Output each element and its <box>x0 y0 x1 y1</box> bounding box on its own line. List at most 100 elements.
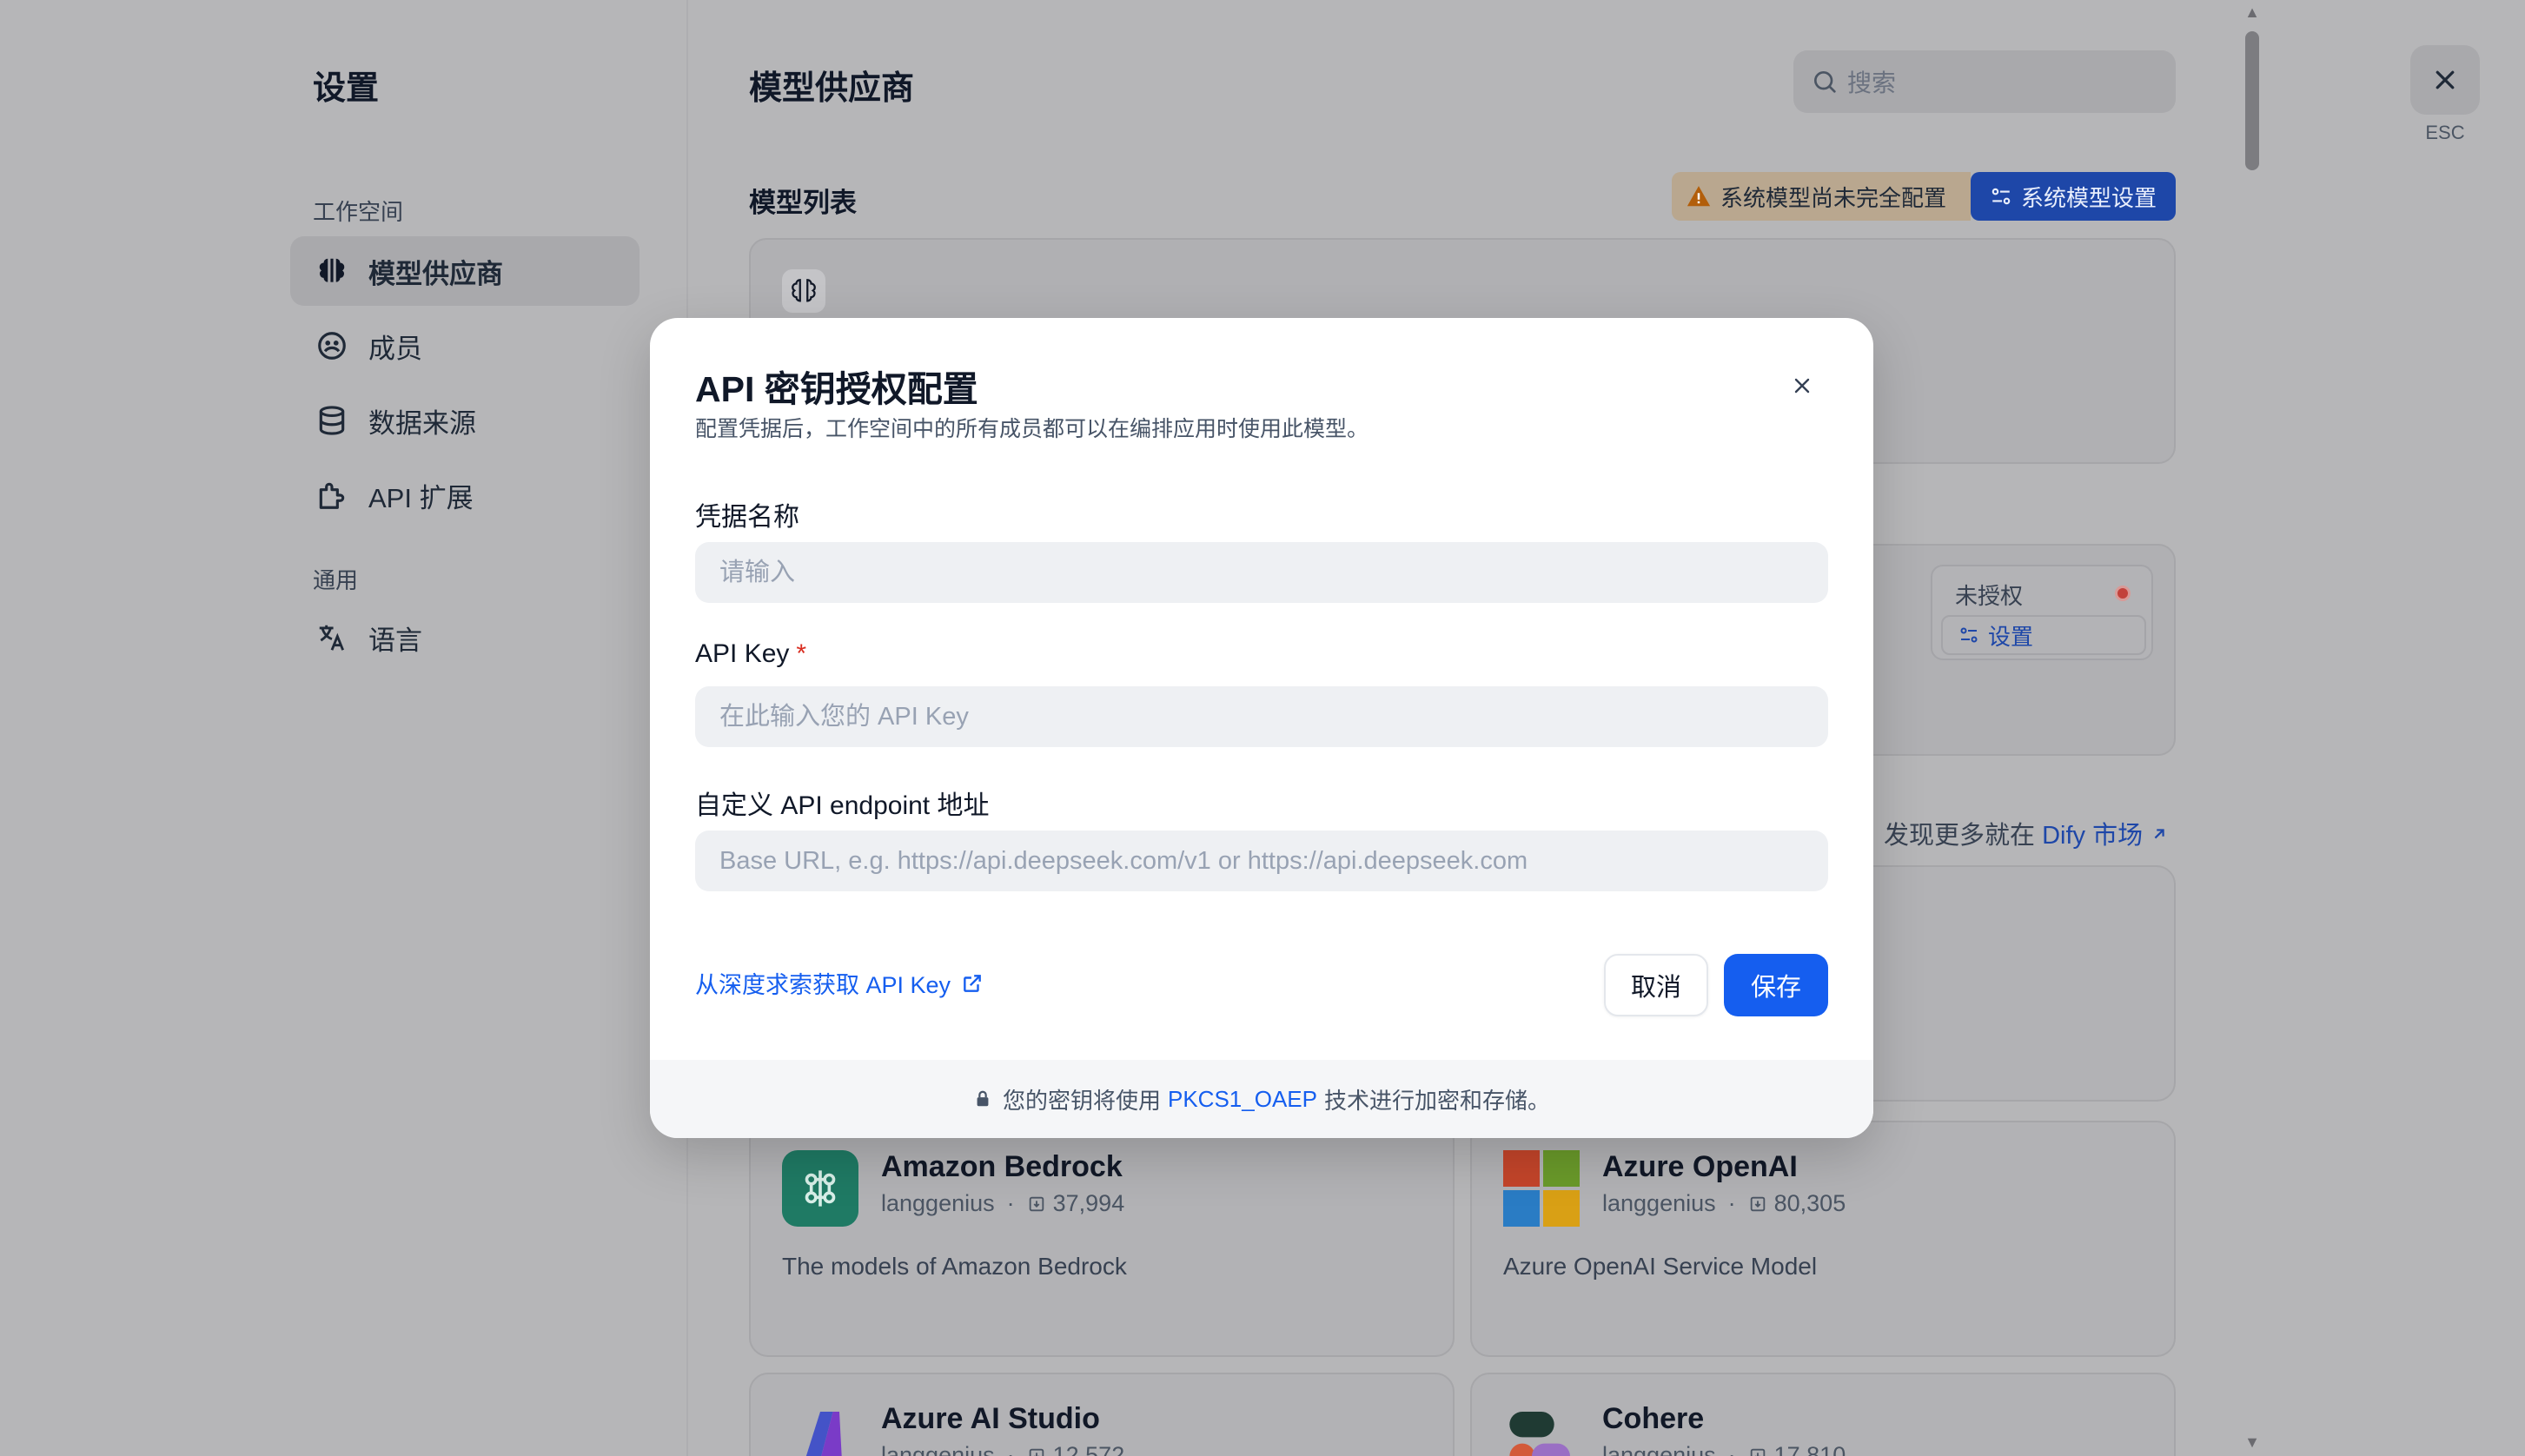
close-icon <box>2436 70 2455 89</box>
provider-settings-label: 设置 <box>1988 623 2034 650</box>
sidebar-item-label: 语言 <box>368 625 422 656</box>
footer-highlight: PKCS1_OAEP <box>1168 1085 1317 1112</box>
plugin-installs: 37,994 <box>1052 1190 1125 1216</box>
database-icon <box>315 403 349 438</box>
get-api-key-label: 从深度求索获取 API Key <box>695 972 951 998</box>
plugin-author: langgenius <box>1602 1190 1716 1216</box>
lock-icon <box>973 1089 992 1109</box>
esc-label: ESC <box>2425 122 2465 143</box>
credential-name-label: 凭据名称 <box>695 495 799 533</box>
bedrock-logo-icon <box>782 1150 858 1227</box>
plugin-installs: 80,305 <box>1773 1190 1846 1216</box>
microsoft-logo-icon <box>1503 1150 1580 1227</box>
modal-title: API 密钥授权配置 <box>695 369 978 409</box>
api-key-auth-modal: API 密钥授权配置 配置凭据后，工作空间中的所有成员都可以在编排应用时使用此模… <box>650 318 1873 1138</box>
sidebar-item-members[interactable]: 成员 <box>290 311 640 381</box>
plugin-meta: langgenius · 17,810 <box>1602 1442 1846 1456</box>
plugin-author: langgenius <box>1602 1442 1716 1456</box>
footer-suffix: 技术进行加密和存储。 <box>1323 1087 1550 1114</box>
marketplace-prefix: 发现更多就在 <box>1884 822 2036 850</box>
plugin-card-azure-ai-studio[interactable]: Azure AI Studio langgenius · 12,572 <box>749 1373 1455 1456</box>
settings-title: 设置 <box>313 70 380 107</box>
model-list-title: 模型列表 <box>749 188 857 218</box>
scrollbar-thumb[interactable] <box>2245 31 2259 170</box>
api-key-label-text: API Key <box>695 639 790 668</box>
sidebar-item-data-source[interactable]: 数据来源 <box>290 386 640 455</box>
plugin-author: langgenius <box>881 1442 995 1456</box>
cohere-logo-icon <box>1503 1402 1580 1456</box>
scrollbar[interactable] <box>2242 0 2263 1456</box>
meta-separator: · <box>1727 1442 1736 1456</box>
marketplace-link[interactable]: Dify 市场 <box>2042 822 2169 850</box>
modal-footer: 您的密钥将使用 PKCS1_OAEP 技术进行加密和存储。 <box>650 1060 1873 1138</box>
plugin-installs: 12,572 <box>1052 1442 1125 1456</box>
install-count-icon <box>1027 1446 1046 1456</box>
system-model-settings-button[interactable]: 系统模型设置 <box>1971 172 2176 221</box>
cancel-button[interactable]: 取消 <box>1604 954 1708 1016</box>
plugin-name: Azure AI Studio <box>881 1402 1100 1435</box>
system-model-settings-label: 系统模型设置 <box>2020 184 2157 211</box>
brain-icon <box>782 269 825 313</box>
save-button[interactable]: 保存 <box>1724 954 1828 1016</box>
plugin-name: Amazon Bedrock <box>881 1150 1123 1183</box>
sidebar-item-label: 成员 <box>368 333 422 364</box>
marketplace-hint: 发现更多就在 Dify 市场 <box>1884 815 2169 851</box>
system-model-warning: 系统模型尚未完全配置 <box>1672 172 1971 221</box>
translate-icon <box>315 620 349 655</box>
search-icon <box>1811 68 1839 96</box>
external-link-icon <box>961 972 984 995</box>
install-count-icon <box>1027 1195 1046 1214</box>
meta-separator: · <box>1006 1190 1015 1216</box>
group-label-workspace: 工作空间 <box>313 199 404 225</box>
arrow-up-right-icon <box>2154 829 2164 839</box>
modal-subtitle: 配置凭据后，工作空间中的所有成员都可以在编排应用时使用此模型。 <box>695 417 1369 441</box>
plugin-card-cohere[interactable]: Cohere langgenius · 17,810 <box>1470 1373 2176 1456</box>
plugin-name: Cohere <box>1602 1402 1705 1435</box>
get-api-key-link[interactable]: 从深度求索获取 API Key <box>695 966 984 1000</box>
provider-auth-box: 未授权 设置 <box>1931 565 2153 660</box>
puzzle-icon <box>315 478 349 513</box>
sidebar-item-label: 数据来源 <box>368 407 476 439</box>
plugin-meta: langgenius · 80,305 <box>1602 1190 1846 1217</box>
settings-sliders-icon <box>1958 625 1979 645</box>
scroll-up-icon[interactable]: ▲ <box>2243 4 2261 20</box>
credential-name-input[interactable] <box>695 542 1828 603</box>
settings-sliders-icon <box>1990 185 2012 208</box>
provider-settings-button[interactable]: 设置 <box>1941 615 2146 655</box>
credential-name-label-text: 凭据名称 <box>695 503 799 532</box>
page-title: 模型供应商 <box>749 70 915 107</box>
plugin-installs: 17,810 <box>1773 1442 1846 1456</box>
search-input[interactable]: 搜索 <box>1793 50 2176 113</box>
plugin-card-amazon-bedrock[interactable]: Amazon Bedrock langgenius · 37,994 The m… <box>749 1121 1455 1357</box>
scroll-down-icon[interactable]: ▼ <box>2243 1434 2261 1450</box>
auth-status: 未授权 <box>1955 583 2024 609</box>
plugin-card-azure-openai[interactable]: Azure OpenAI langgenius · 80,305 Azure O… <box>1470 1121 2176 1357</box>
footer-prefix: 您的密钥将使用 <box>1002 1087 1161 1114</box>
api-key-input[interactable] <box>695 686 1828 747</box>
endpoint-label: 自定义 API endpoint 地址 <box>695 784 989 822</box>
sidebar-item-language[interactable]: 语言 <box>290 603 640 672</box>
plugin-name: Azure OpenAI <box>1602 1150 1798 1183</box>
close-settings-button[interactable] <box>2410 45 2480 115</box>
sidebar-item-model-provider[interactable]: 模型供应商 <box>290 236 640 306</box>
plugin-description: The models of Amazon Bedrock <box>782 1253 1127 1280</box>
api-key-label: API Key * <box>695 639 806 669</box>
sidebar-item-label: 模型供应商 <box>368 258 503 289</box>
group-label-general: 通用 <box>313 567 359 593</box>
modal-close-button[interactable] <box>1786 370 1818 401</box>
members-icon <box>315 328 349 363</box>
plugin-author: langgenius <box>881 1190 995 1216</box>
search-placeholder: 搜索 <box>1847 69 1897 96</box>
meta-separator: · <box>1006 1442 1015 1456</box>
marketplace-link-label: Dify 市场 <box>2042 822 2144 850</box>
brain-icon <box>315 254 349 288</box>
required-marker: * <box>796 639 807 668</box>
meta-separator: · <box>1727 1190 1736 1216</box>
endpoint-url-input[interactable] <box>695 831 1828 891</box>
sidebar-item-api-extension[interactable]: API 扩展 <box>290 460 640 530</box>
plugin-meta: langgenius · 12,572 <box>881 1442 1124 1456</box>
warning-icon <box>1686 183 1712 209</box>
plugin-meta: langgenius · 37,994 <box>881 1190 1124 1217</box>
endpoint-label-text: 自定义 API endpoint 地址 <box>695 791 990 820</box>
install-count-icon <box>1748 1195 1767 1214</box>
